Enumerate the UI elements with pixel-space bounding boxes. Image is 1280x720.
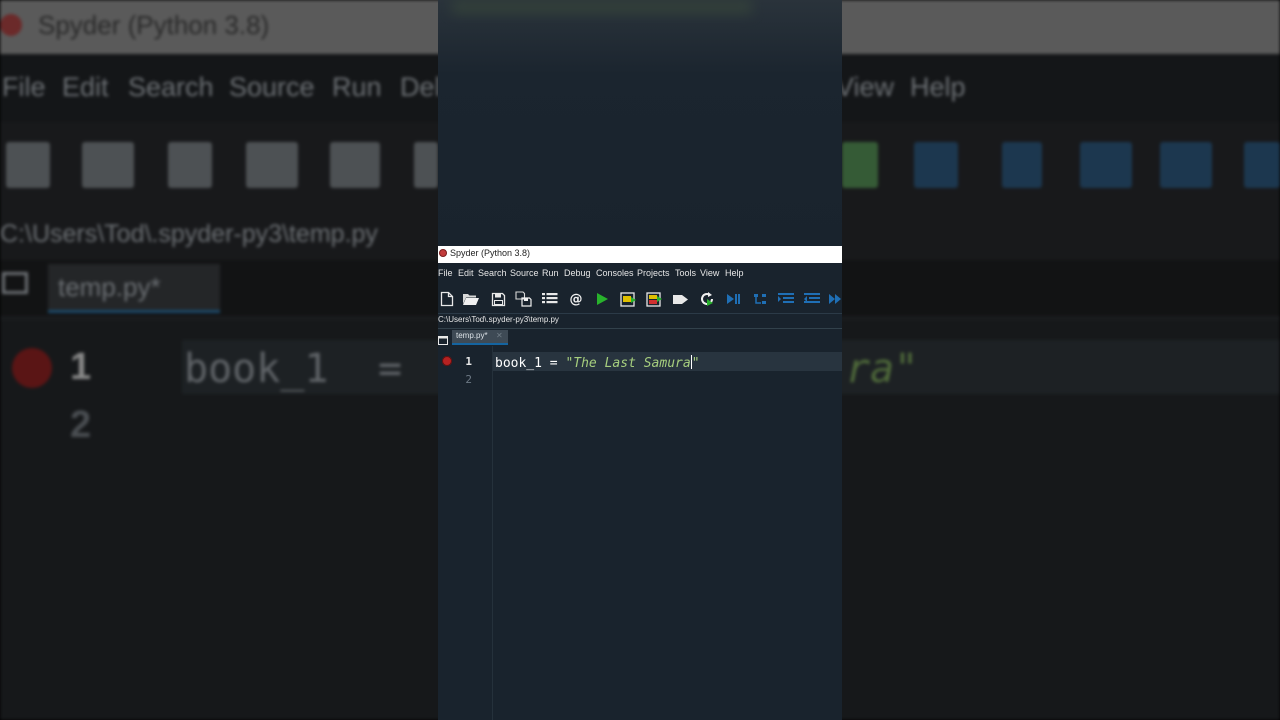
run-icon[interactable] <box>593 290 611 308</box>
menu-run[interactable]: Run <box>542 268 559 278</box>
menu-debug[interactable]: Debug <box>564 268 591 278</box>
window-title: Spyder (Python 3.8) <box>450 248 531 258</box>
browse-tabs-icon[interactable] <box>438 332 448 345</box>
bg-menu-edit: Edit <box>62 72 109 102</box>
bg-dedent-icon <box>1160 142 1212 188</box>
continue-icon[interactable] <box>827 290 842 308</box>
save-all-icon[interactable] <box>514 290 532 308</box>
bg-menu-file: File <box>2 72 46 102</box>
tab-label: temp.py* <box>456 331 488 340</box>
code-line-1[interactable]: book_1 = "The Last Samura" <box>495 355 700 371</box>
code-string-close: " <box>691 356 700 371</box>
spyder-window: Spyder (Python 3.8) File Edit Search Sou… <box>438 0 842 720</box>
bg-spyder-logo-icon <box>0 14 22 36</box>
menu-help[interactable]: Help <box>725 268 744 278</box>
code-identifier: book_1 <box>495 356 542 371</box>
new-file-icon[interactable] <box>438 290 456 308</box>
at-icon[interactable]: @ <box>567 290 585 308</box>
rerun-icon[interactable] <box>698 290 716 308</box>
bg-line-number-1: 1 <box>70 346 92 388</box>
bg-menu-search: Search <box>128 72 214 102</box>
line-number-2: 2 <box>465 373 472 386</box>
bg-open-folder-icon <box>82 142 134 188</box>
bg-save-all-icon <box>246 142 298 188</box>
bg-menu-run: Run <box>332 72 382 102</box>
code-editor[interactable]: 1 2 book_1 = "The Last Samura" <box>438 346 842 720</box>
line-number-gutter: 1 2 <box>438 346 493 720</box>
bg-rerun-icon <box>842 142 878 188</box>
bg-save-icon <box>168 142 212 188</box>
bg-menu-source: Source <box>229 72 315 102</box>
bg-outline-list-icon <box>330 142 380 188</box>
bg-code-operator: = <box>378 346 403 392</box>
outline-list-icon[interactable] <box>541 290 559 308</box>
run-cell-icon[interactable] <box>619 290 637 308</box>
run-cell-advance-icon[interactable] <box>645 290 663 308</box>
bg-continue-icon <box>1244 142 1280 188</box>
bg-debug-step-icon <box>914 142 958 188</box>
editor-tab-bar: temp.py* ✕ <box>438 328 842 347</box>
indent-icon[interactable] <box>777 290 795 308</box>
bg-code-identifier: book_1 <box>184 346 329 392</box>
run-selection-icon[interactable] <box>671 290 689 308</box>
bg-menu-debug: Del <box>400 72 441 102</box>
bg-path-text: C:\Users\Tod\.spyder-py3\temp.py <box>0 220 378 248</box>
bg-code-string-tail: ra" <box>846 346 919 392</box>
bg-indent-icon <box>1080 142 1132 188</box>
debug-loop-icon[interactable] <box>751 290 769 308</box>
code-string: "The Last Samura <box>565 356 691 371</box>
menu-projects[interactable]: Projects <box>637 268 670 278</box>
bg-debug-loop-icon <box>1002 142 1042 188</box>
code-operator: = <box>549 356 558 371</box>
bg-breakpoint-icon <box>12 348 52 388</box>
bg-menu-view: View <box>836 72 895 102</box>
menu-tools[interactable]: Tools <box>675 268 696 278</box>
bg-at-icon <box>414 142 438 188</box>
file-path-bar: C:\Users\Tod\.spyder-py3\temp.py <box>438 314 842 328</box>
menu-search[interactable]: Search <box>478 268 507 278</box>
menu-edit[interactable]: Edit <box>458 268 474 278</box>
breakpoint-icon[interactable] <box>442 356 452 366</box>
bg-menu-help: Help <box>910 72 966 102</box>
menu-source[interactable]: Source <box>510 268 539 278</box>
main-toolbar: @ <box>438 285 842 314</box>
blurred-text-smear <box>452 0 752 14</box>
bg-line-number-2: 2 <box>70 404 92 446</box>
spyder-logo-icon <box>439 249 447 257</box>
menu-consoles[interactable]: Consoles <box>596 268 634 278</box>
menu-file[interactable]: File <box>438 268 453 278</box>
file-path: C:\Users\Tod\.spyder-py3\temp.py <box>438 315 559 324</box>
blurred-header-area <box>438 0 842 246</box>
save-icon[interactable] <box>489 290 507 308</box>
bg-new-file-icon <box>6 142 50 188</box>
close-icon[interactable]: ✕ <box>496 331 503 340</box>
bg-title-text: Spyder (Python 3.8) <box>38 10 270 40</box>
bg-browse-tabs-icon <box>2 272 28 294</box>
bg-tab-label: temp.py* <box>58 272 161 302</box>
dedent-icon[interactable] <box>803 290 821 308</box>
debug-step-icon[interactable] <box>724 290 742 308</box>
title-bar: Spyder (Python 3.8) <box>438 246 842 263</box>
menu-bar: File Edit Search Source Run Debug Consol… <box>438 264 842 284</box>
menu-view[interactable]: View <box>700 268 719 278</box>
open-folder-icon[interactable] <box>462 290 480 308</box>
tab-temp-py[interactable]: temp.py* ✕ <box>452 330 508 345</box>
line-number-1: 1 <box>465 355 472 368</box>
bg-tab: temp.py* <box>48 264 220 313</box>
